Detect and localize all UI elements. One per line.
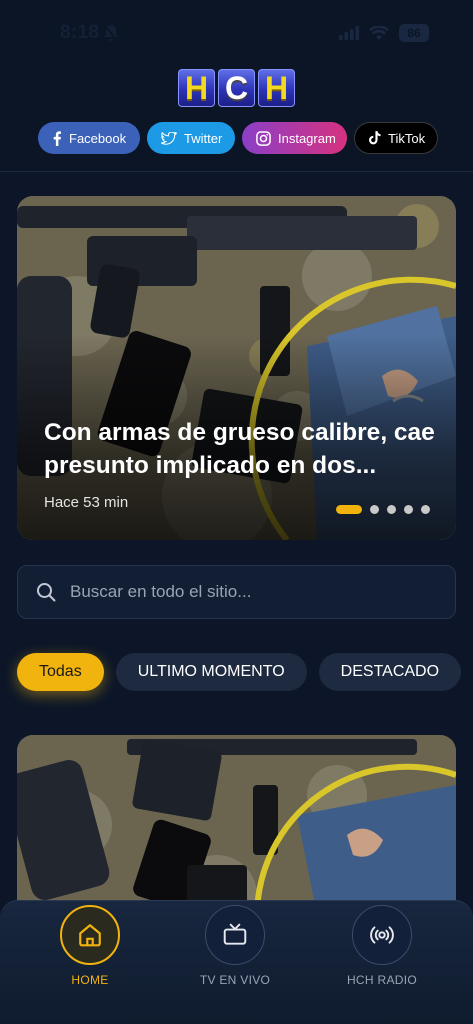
instagram-label: Instagram [278, 130, 336, 146]
twitter-label: Twitter [184, 130, 223, 146]
bell-off-icon [103, 24, 119, 42]
hero-headline[interactable]: Con armas de grueso calibre, cae presunt… [44, 416, 444, 482]
carousel-dots [336, 505, 430, 514]
status-time: 8:18 [60, 22, 100, 43]
twitter-icon [161, 131, 177, 145]
search-icon [37, 583, 56, 602]
featured-news-carousel[interactable]: Con armas de grueso calibre, cae presunt… [17, 196, 456, 540]
signal-icon [339, 26, 359, 40]
hero-gradient [17, 196, 456, 540]
logo-letter: H [258, 69, 295, 107]
tiktok-button[interactable]: TikTok [354, 122, 438, 154]
category-filter: Todas ULTIMO MOMENTO DESTACADO [17, 653, 473, 691]
chip-ultimo-momento[interactable]: ULTIMO MOMENTO [115, 653, 307, 691]
nav-tv-en-vivo[interactable]: TV EN VIVO [180, 905, 290, 987]
carousel-dot[interactable] [404, 505, 413, 514]
hch-logo[interactable]: H C H [178, 69, 295, 107]
tv-icon [223, 923, 247, 945]
tiktok-icon [369, 131, 381, 145]
nav-home-circle[interactable] [60, 905, 120, 965]
home-icon [79, 924, 101, 947]
nav-radio-label: HCH RADIO [346, 973, 418, 987]
nav-hch-radio[interactable]: HCH RADIO [327, 905, 437, 987]
facebook-icon [53, 130, 62, 146]
instagram-button[interactable]: Instagram [242, 122, 347, 154]
battery-indicator: 86 [399, 24, 429, 42]
search-bar[interactable] [17, 565, 456, 619]
twitter-button[interactable]: Twitter [147, 122, 235, 154]
logo-letter: C [218, 69, 255, 107]
carousel-dot[interactable] [370, 505, 379, 514]
chip-todas[interactable]: Todas [17, 653, 104, 691]
facebook-label: Facebook [69, 130, 127, 146]
carousel-dot[interactable] [387, 505, 396, 514]
carousel-dot[interactable] [336, 505, 362, 514]
logo-letter: H [178, 69, 215, 107]
news-card-photo [17, 735, 456, 915]
chip-destacado[interactable]: DESTACADO [318, 653, 462, 691]
news-card[interactable] [17, 735, 456, 915]
nav-home-label: HOME [71, 973, 109, 987]
app-header: H C H Facebook Twitter Instagram TikTok [0, 62, 473, 172]
nav-tv-circle[interactable] [205, 905, 265, 965]
nav-radio-circle[interactable] [352, 905, 412, 965]
radio-icon [370, 926, 394, 944]
instagram-icon [256, 130, 271, 146]
facebook-button[interactable]: Facebook [38, 122, 140, 154]
nav-home[interactable]: HOME [35, 905, 145, 987]
bottom-navigation: HOME TV EN VIVO HCH RADIO [0, 900, 473, 1024]
status-bar: 8:18 86 [0, 0, 473, 62]
wifi-icon [369, 26, 389, 40]
nav-tv-label: TV EN VIVO [199, 973, 271, 987]
carousel-dot[interactable] [421, 505, 430, 514]
search-input[interactable] [70, 582, 430, 602]
tiktok-label: TikTok [388, 130, 426, 146]
social-links: Facebook Twitter Instagram TikTok [38, 122, 438, 154]
hero-timestamp: Hace 53 min [44, 494, 129, 511]
